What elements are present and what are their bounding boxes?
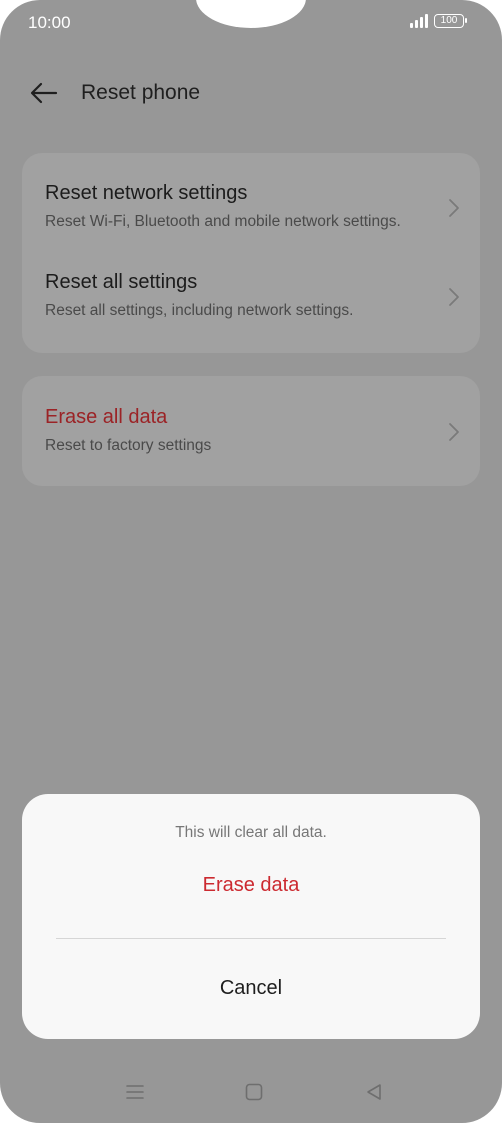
confirm-dialog: This will clear all data. Erase data Can…: [22, 794, 480, 1039]
dialog-message: This will clear all data.: [175, 824, 327, 841]
reset-network-settings-subtitle: Reset Wi-Fi, Bluetooth and mobile networ…: [45, 213, 401, 230]
status-time: 10:00: [28, 13, 71, 32]
erase-all-data-title: Erase all data: [45, 406, 168, 428]
battery-icon: 100: [434, 14, 467, 28]
cancel-button[interactable]: Cancel: [22, 977, 480, 1000]
phone-screen: 10:00 100 Reset phone Reset network sett…: [0, 0, 502, 1123]
reset-network-settings-title: Reset network settings: [45, 182, 248, 204]
home-square-icon[interactable]: [237, 1075, 271, 1109]
menu-icon[interactable]: [118, 1075, 152, 1109]
erase-data-card: Erase all data Reset to factory settings: [22, 376, 480, 486]
reset-all-settings-title: Reset all settings: [45, 271, 198, 293]
signal-icon: [410, 14, 428, 28]
chevron-right-icon: [449, 288, 459, 306]
status-icons: 100: [410, 14, 467, 28]
erase-all-data-subtitle: Reset to factory settings: [45, 437, 212, 454]
page-title: Reset phone: [81, 81, 201, 104]
erase-data-button[interactable]: Erase data: [22, 874, 480, 897]
arrow-left-icon[interactable]: [30, 76, 58, 110]
reset-network-settings-item[interactable]: Reset network settings Reset Wi-Fi, Blue…: [22, 182, 480, 231]
camera-notch: [196, 0, 306, 28]
reset-all-settings-subtitle: Reset all settings, including network se…: [45, 302, 354, 319]
dialog-divider: [56, 938, 446, 939]
battery-level: 100: [440, 15, 458, 26]
chevron-right-icon: [449, 423, 459, 441]
navigation-bar: [0, 1075, 502, 1109]
chevron-right-icon: [449, 199, 459, 217]
back-triangle-icon[interactable]: [357, 1075, 391, 1109]
reset-all-settings-item[interactable]: Reset all settings Reset all settings, i…: [22, 271, 480, 320]
reset-options-card: Reset network settings Reset Wi-Fi, Blue…: [22, 153, 480, 353]
app-header: Reset phone: [30, 76, 200, 110]
erase-all-data-item[interactable]: Erase all data Reset to factory settings: [22, 406, 480, 455]
